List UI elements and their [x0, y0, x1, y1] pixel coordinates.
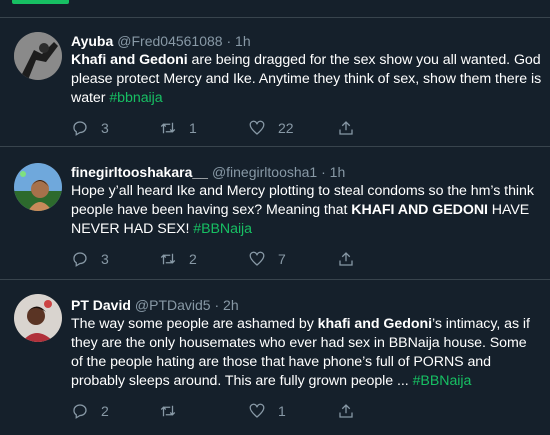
avatar-image [14, 32, 62, 80]
like-button[interactable]: 1 [248, 401, 286, 421]
retweet-icon [160, 253, 176, 265]
timestamp[interactable]: 2h [223, 297, 239, 313]
tweet-text-bold: KHAFI AND GEDONI [351, 202, 488, 218]
hashtag-link[interactable]: #BBNaija [193, 221, 252, 237]
reply-button[interactable]: 3 [71, 118, 109, 138]
share-button[interactable] [337, 401, 355, 421]
like-count: 1 [278, 403, 286, 419]
reply-count: 3 [101, 120, 109, 136]
top-bar [0, 0, 550, 17]
separator-dot: · [214, 297, 220, 313]
separator-dot: · [321, 164, 326, 180]
tweet-text-segment: The way some people are ashamed by [71, 316, 318, 332]
display-name[interactable]: finegirltooshakara__ [71, 164, 208, 180]
reply-button[interactable]: 3 [71, 249, 109, 269]
like-icon [249, 403, 265, 418]
tweet-text: Khafi and Gedoni are being dragged for t… [71, 51, 542, 108]
avatar-image [14, 294, 62, 342]
like-count: 7 [278, 251, 286, 267]
avatar-image [14, 163, 62, 211]
tweet-actions: 3 1 22 [71, 118, 542, 138]
avatar[interactable] [14, 32, 62, 80]
like-icon [249, 120, 265, 135]
reply-count: 3 [101, 251, 109, 267]
retweet-count: 1 [189, 120, 197, 136]
tweet-header: finegirltooshakara__ @finegirltoosha1 · 1… [71, 162, 542, 182]
share-button[interactable] [337, 249, 355, 269]
tweet-text-bold: Khafi and Gedoni [71, 52, 188, 68]
retweet-button[interactable]: 2 [159, 249, 197, 269]
like-button[interactable]: 7 [248, 249, 286, 269]
retweet-button[interactable]: 1 [159, 118, 197, 138]
tweet-text: The way some people are ashamed by khafi… [71, 315, 542, 391]
active-tab-indicator [12, 0, 69, 4]
tweet-header: PT David @PTDavid5 · 2h [71, 295, 542, 315]
tweet-actions: 2 1 [71, 401, 542, 421]
retweet-count: 2 [189, 251, 197, 267]
like-count: 22 [278, 120, 294, 136]
reply-button[interactable]: 2 [71, 401, 109, 421]
share-icon [339, 252, 353, 266]
tweet-text-bold: khafi and Gedoni [317, 316, 432, 332]
tweet[interactable]: Ayuba @Fred04561088 · 1h Khafi and Gedoni… [0, 18, 550, 146]
reply-count: 2 [101, 403, 109, 419]
user-handle[interactable]: @Fred04561088 [117, 33, 222, 49]
share-button[interactable] [337, 118, 355, 138]
timestamp[interactable]: 1h [330, 164, 346, 180]
share-icon [339, 121, 353, 135]
like-button[interactable]: 22 [248, 118, 294, 138]
reply-icon [73, 121, 87, 136]
retweet-icon [160, 405, 176, 417]
retweet-icon [160, 122, 176, 134]
tweet[interactable]: PT David @PTDavid5 · 2h The way some peop… [0, 280, 550, 435]
tweet-actions: 3 2 7 [71, 249, 542, 269]
hashtag-link[interactable]: #bbnaija [109, 90, 162, 106]
user-handle[interactable]: @finegirltoosha1 [212, 164, 317, 180]
separator-dot: · [226, 33, 232, 49]
avatar[interactable] [14, 294, 62, 342]
share-icon [339, 404, 353, 418]
reply-icon [73, 404, 87, 419]
timestamp[interactable]: 1h [235, 33, 251, 49]
reply-icon [73, 252, 87, 267]
tweet-text: Hope y’all heard Ike and Mercy plotting … [71, 182, 542, 239]
tweet-header: Ayuba @Fred04561088 · 1h [71, 31, 542, 51]
display-name[interactable]: Ayuba [71, 33, 113, 49]
hashtag-link[interactable]: #BBNaija [413, 373, 472, 389]
avatar[interactable] [14, 163, 62, 211]
retweet-button[interactable] [159, 401, 189, 421]
display-name[interactable]: PT David [71, 297, 131, 313]
like-icon [249, 251, 265, 266]
user-handle[interactable]: @PTDavid5 [135, 297, 211, 313]
tweet[interactable]: finegirltooshakara__ @finegirltoosha1 · 1… [0, 147, 550, 279]
